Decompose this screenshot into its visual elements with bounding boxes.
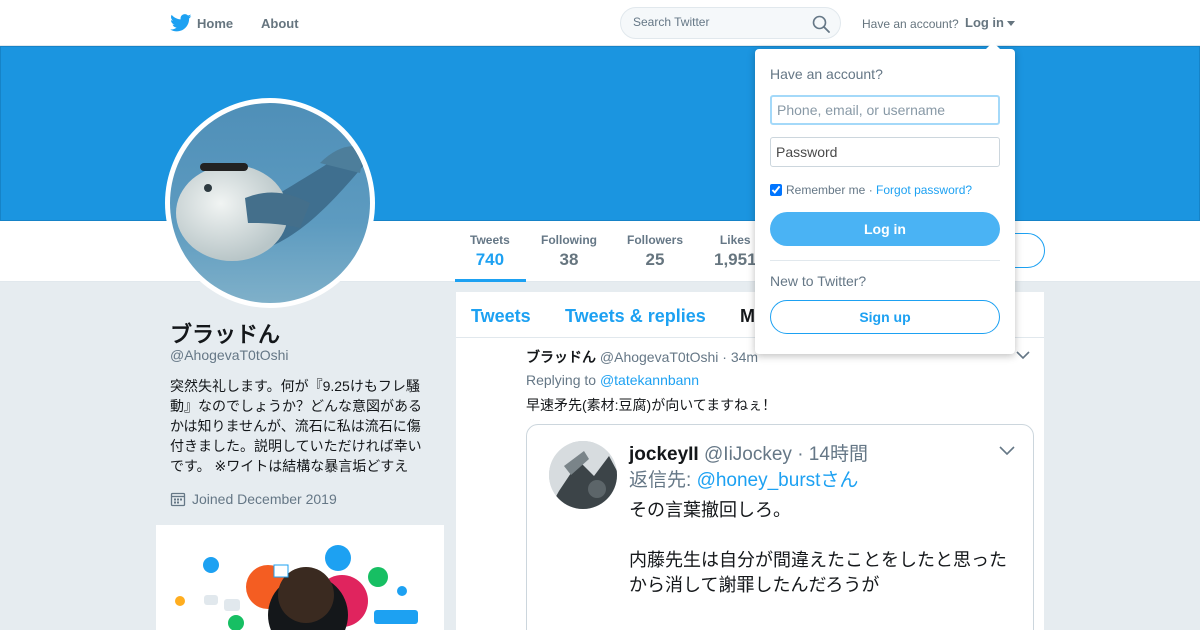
- tweet-header: ブラッドん @AhogevaT0tOshi · 34m: [526, 347, 758, 367]
- quoted-avatar[interactable]: [549, 441, 617, 509]
- signup-button[interactable]: Sign up: [770, 300, 1000, 334]
- stat-followers[interactable]: Followers 25: [627, 233, 683, 270]
- calendar-icon: [170, 492, 186, 507]
- remember-row: Remember me · Forgot password?: [770, 183, 972, 197]
- chevron-down-icon: [1007, 21, 1015, 27]
- remember-me-checkbox[interactable]: [770, 184, 782, 196]
- stat-label: Following: [541, 233, 597, 247]
- nav-about-link[interactable]: About: [261, 16, 299, 31]
- forgot-password-link[interactable]: Forgot password?: [876, 183, 972, 197]
- promo-illustration: [156, 525, 444, 630]
- search-box: [620, 7, 841, 39]
- quoted-text: その言葉撤回しろ。 内藤先生は自分が間違えたことをしたと思ったから消して謝罪した…: [629, 498, 1019, 623]
- search-input[interactable]: [633, 15, 803, 29]
- quoted-tweet-card[interactable]: jockeyII @IiJockey · 14時間 返信先: @honey_bu…: [526, 424, 1034, 630]
- quoted-reply-label: 返信先:: [629, 470, 692, 491]
- stat-label: Followers: [627, 233, 684, 247]
- replying-to-link[interactable]: @tatekannbann: [600, 372, 699, 388]
- quoted-text-line: その言葉撤回しろ。: [629, 500, 791, 520]
- quoted-author-handle[interactable]: @IiJockey: [704, 444, 792, 465]
- quoted-header: jockeyII @IiJockey · 14時間: [629, 439, 868, 466]
- login-dropdown-title: Have an account?: [770, 66, 883, 82]
- avatar-image: [170, 103, 370, 303]
- stat-value: 740: [475, 250, 505, 269]
- quoted-timestamp[interactable]: · 14時間: [797, 444, 868, 465]
- have-account-label: Have an account?: [862, 17, 959, 31]
- join-date-text: Joined December 2019: [192, 491, 337, 507]
- replying-to: Replying to @tatekannbann: [526, 372, 699, 388]
- profile-handle: @AhogevaT0tOshi: [170, 347, 289, 363]
- tweet-text: 早速矛先(素材:豆腐)が向いてますねぇ！: [526, 397, 777, 413]
- stat-value: 25: [645, 250, 665, 269]
- twitter-bird-icon[interactable]: [170, 14, 192, 32]
- search-icon[interactable]: [812, 15, 830, 33]
- password-input[interactable]: [770, 137, 1000, 167]
- login-toggle-label: Log in: [965, 15, 1004, 30]
- active-stat-indicator: [455, 279, 526, 282]
- stat-following[interactable]: Following 38: [541, 233, 597, 270]
- quoted-avatar-image: [549, 441, 617, 509]
- stat-value: 38: [559, 250, 579, 269]
- remember-me-label[interactable]: Remember me: [786, 183, 865, 197]
- chevron-down-icon[interactable]: [1016, 350, 1030, 360]
- top-nav: Home About Have an account? Log in: [0, 0, 1200, 46]
- stat-label: Tweets: [470, 233, 510, 247]
- tab-tweets-replies[interactable]: Tweets & replies: [565, 306, 706, 327]
- chevron-down-icon[interactable]: [999, 445, 1015, 455]
- stat-likes[interactable]: Likes 1,951: [714, 233, 757, 270]
- stat-value: 1,951: [714, 250, 757, 269]
- separator-dot: ·: [868, 183, 873, 197]
- replying-label: Replying to: [526, 372, 597, 388]
- login-button[interactable]: Log in: [770, 212, 1000, 246]
- quoted-reply-to: 返信先: @honey_burstさん: [629, 465, 858, 492]
- dropdown-divider: [770, 260, 1000, 261]
- login-dropdown: Have an account? Remember me · Forgot pa…: [755, 42, 1015, 354]
- quoted-reply-link[interactable]: @honey_burstさん: [697, 470, 859, 491]
- tweet-author-name[interactable]: ブラッドん: [526, 349, 596, 365]
- join-date: Joined December 2019: [170, 491, 337, 507]
- promo-art: [175, 545, 418, 630]
- tweet-timestamp[interactable]: · 34m: [722, 349, 758, 365]
- tab-media[interactable]: M: [740, 306, 755, 327]
- stat-label: Likes: [719, 233, 751, 247]
- quoted-text-line: 内藤先生は自分が間違えたことをしたと思ったから消して謝罪したんだろうが: [629, 550, 1007, 595]
- stat-tweets[interactable]: Tweets 740: [470, 233, 510, 270]
- tweet-author-handle[interactable]: @AhogevaT0tOshi: [600, 349, 719, 365]
- profile-avatar[interactable]: [165, 98, 375, 308]
- profile-bio: 突然失礼します。何が『9.25けもフレ騒動』なのでしょうか？どんな意図があるかは…: [170, 378, 422, 474]
- new-to-twitter-label: New to Twitter?: [770, 273, 867, 289]
- username-input[interactable]: [770, 95, 1000, 125]
- nav-home-link[interactable]: Home: [197, 16, 233, 31]
- tab-tweets[interactable]: Tweets: [471, 306, 531, 327]
- profile-display-name: ブラッドん: [170, 322, 281, 347]
- quoted-author-name[interactable]: jockeyII: [629, 444, 699, 465]
- login-dropdown-toggle[interactable]: Log in: [965, 15, 1015, 30]
